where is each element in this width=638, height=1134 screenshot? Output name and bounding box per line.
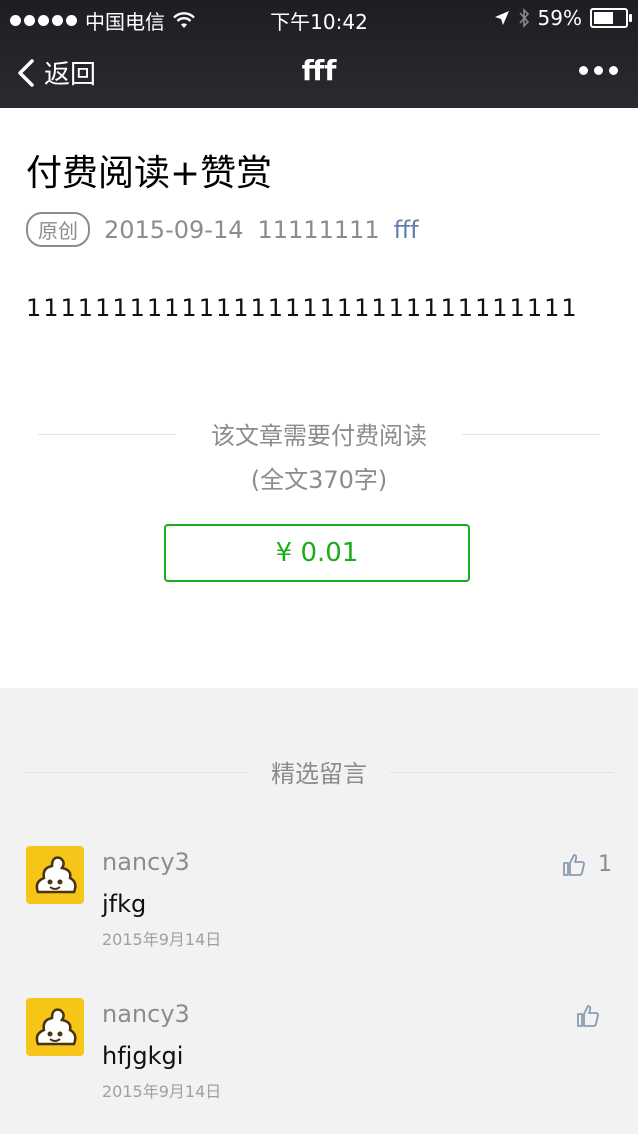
comment-date: 2015年9月14日 bbox=[102, 1082, 222, 1101]
avatar-face-icon bbox=[35, 856, 77, 894]
comment-nickname: nancy3 bbox=[102, 1000, 190, 1028]
battery-icon bbox=[590, 8, 632, 28]
publish-date: 2015-09-14 bbox=[104, 215, 244, 244]
top-header: 中国电信 下午10:42 59% 返回 fff bbox=[0, 0, 638, 108]
original-badge: 原创 bbox=[26, 212, 90, 247]
comment-nickname: nancy3 bbox=[102, 848, 190, 876]
pay-button[interactable]: ¥ 0.01 bbox=[164, 524, 470, 582]
comments-section-title: 精选留言 bbox=[271, 760, 367, 788]
status-bar: 中国电信 下午10:42 59% bbox=[0, 0, 638, 36]
article-content: 11111111111111111111111111111111 bbox=[26, 294, 579, 322]
nav-title: fff bbox=[301, 54, 337, 87]
paywall-message: 该文章需要付费阅读 bbox=[211, 422, 427, 450]
article-card: 付费阅读+赞赏 原创 2015-09-14 11111111 fff 11111… bbox=[0, 108, 638, 688]
word-count: (全文370字) bbox=[250, 466, 388, 494]
like-button[interactable]: 1 bbox=[562, 852, 612, 877]
account-name: 11111111 bbox=[257, 215, 380, 244]
avatar-face-icon bbox=[35, 1008, 77, 1046]
nav-bar: 返回 fff bbox=[0, 36, 638, 108]
thumbs-up-icon bbox=[563, 853, 585, 876]
article-meta: 原创 2015-09-14 11111111 fff bbox=[26, 212, 419, 247]
like-button[interactable] bbox=[576, 1004, 612, 1028]
bluetooth-icon bbox=[518, 8, 529, 28]
battery-percent: 59% bbox=[537, 6, 582, 30]
avatar[interactable] bbox=[26, 998, 84, 1056]
location-arrow-icon bbox=[494, 11, 509, 25]
more-options-icon[interactable] bbox=[579, 66, 618, 75]
comment-text: jfkg bbox=[102, 890, 147, 918]
comment-item: nancy3 hfjgkgi 2015年9月14日 bbox=[0, 998, 638, 1118]
avatar[interactable] bbox=[26, 846, 84, 904]
comment-date: 2015年9月14日 bbox=[102, 930, 222, 949]
comment-item: nancy3 jfkg 2015年9月14日 1 bbox=[0, 846, 638, 966]
comment-text: hfjgkgi bbox=[102, 1042, 184, 1070]
article-title: 付费阅读+赞赏 bbox=[26, 153, 273, 194]
thumbs-up-icon bbox=[577, 1005, 599, 1027]
like-count: 1 bbox=[598, 852, 612, 877]
author-link[interactable]: fff bbox=[394, 216, 419, 244]
